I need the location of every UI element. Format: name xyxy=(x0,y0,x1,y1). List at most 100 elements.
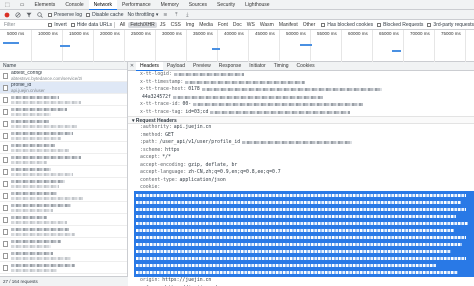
name-column-header[interactable]: Name xyxy=(0,62,127,70)
request-row[interactable] xyxy=(0,226,127,238)
throttling-select[interactable]: No throttling ▾ xyxy=(127,12,158,18)
preserve-log-checkbox[interactable]: Preserve log xyxy=(48,12,82,18)
redacted-text xyxy=(11,100,81,104)
type-fetch-xhr[interactable]: Fetch/XHR xyxy=(128,21,157,28)
timeline-tick-label: 70000 ms xyxy=(410,31,430,36)
timeline-tick-label: 5000 ms xyxy=(7,31,25,36)
request-row[interactable] xyxy=(0,142,127,154)
request-row[interactable] xyxy=(0,166,127,178)
tab-sources[interactable]: Sources xyxy=(184,0,212,10)
header-key: x-tt-trace-id: xyxy=(140,102,181,108)
tab-timing[interactable]: Timing xyxy=(270,62,293,71)
request-row[interactable] xyxy=(0,250,127,262)
redacted-text xyxy=(11,160,47,164)
type-all[interactable]: All xyxy=(118,22,128,28)
cookie-line xyxy=(136,192,472,199)
header-key: x-tt-trace-host: xyxy=(140,87,187,93)
tab-performance[interactable]: Performance xyxy=(117,0,156,10)
redacted-text xyxy=(11,179,65,183)
tab-network[interactable]: Network xyxy=(88,0,118,10)
request-row[interactable] xyxy=(0,190,127,202)
header-line: :authority: api.juejin.cn xyxy=(128,124,474,132)
file-icon xyxy=(3,204,8,211)
request-headers-section[interactable]: ▾ Request Headers xyxy=(128,116,474,124)
redacted-text xyxy=(11,136,61,140)
import-icon[interactable]: ⤒ xyxy=(172,11,180,19)
file-icon xyxy=(3,84,8,91)
tab-initiator[interactable]: Initiator xyxy=(245,62,269,71)
clear-icon[interactable] xyxy=(14,11,22,19)
tab-response[interactable]: Response xyxy=(215,62,246,71)
timeline-tick-label: 25000 ms xyxy=(131,31,151,36)
type-img[interactable]: Img xyxy=(184,22,196,28)
type-manifest[interactable]: Manifest xyxy=(277,22,300,28)
type-font[interactable]: Font xyxy=(216,22,230,28)
request-row[interactable] xyxy=(0,154,127,166)
header-key: :method: xyxy=(140,132,164,138)
redacted-text xyxy=(11,239,61,243)
request-row[interactable] xyxy=(0,94,127,106)
tab-memory[interactable]: Memory xyxy=(156,0,184,10)
type-media[interactable]: Media xyxy=(197,22,215,28)
type-css[interactable]: CSS xyxy=(169,22,183,28)
search-icon[interactable] xyxy=(36,11,44,19)
type-ws[interactable]: WS xyxy=(245,22,257,28)
tab-lighthouse[interactable]: Lighthouse xyxy=(240,0,274,10)
wifi-icon[interactable]: ≋ xyxy=(161,11,169,19)
invert-checkbox[interactable]: Invert xyxy=(48,22,67,28)
blocked-cookies-checkbox[interactable]: Has blocked cookies xyxy=(321,22,373,28)
type-js[interactable]: JS xyxy=(158,22,168,28)
request-row[interactable] xyxy=(0,214,127,226)
request-row-selected[interactable]: profile_id api.juejin.cn/user xyxy=(0,82,127,94)
overview-timeline[interactable]: 5000 ms 10000 ms 15000 ms 20000 ms 25000 ms 3… xyxy=(0,30,474,62)
tab-cookies[interactable]: Cookies xyxy=(293,62,319,71)
tab-elements[interactable]: Elements xyxy=(29,0,60,10)
request-row[interactable]: abtest_config/abtestsvc.bytedance.com/se… xyxy=(0,70,127,82)
tab-preview[interactable]: Preview xyxy=(189,62,215,71)
tab-console[interactable]: Console xyxy=(60,0,88,10)
request-row[interactable] xyxy=(0,178,127,190)
request-row[interactable] xyxy=(0,106,127,118)
cookie-value-selected[interactable] xyxy=(134,191,474,277)
record-icon[interactable] xyxy=(3,11,11,19)
request-row[interactable] xyxy=(0,238,127,250)
type-doc[interactable]: Doc xyxy=(231,22,244,28)
redacted-text xyxy=(11,251,53,255)
third-party-checkbox[interactable]: 3rd-party requests xyxy=(427,22,474,28)
filter-bar: Filter Invert Hide data URLs All Fetch/X… xyxy=(0,20,474,30)
divider xyxy=(114,21,115,28)
checkbox-icon xyxy=(321,22,326,27)
cookie-line xyxy=(136,220,472,227)
tab-headers[interactable]: Headers xyxy=(136,62,163,71)
type-other[interactable]: Other xyxy=(301,22,318,28)
request-row[interactable] xyxy=(0,118,127,130)
header-value: gzip, deflate, br xyxy=(188,162,238,168)
tab-security[interactable]: Security xyxy=(212,0,240,10)
file-icon xyxy=(3,96,8,103)
filter-input[interactable]: Filter xyxy=(4,22,44,28)
header-key: x-tt-timestamp: xyxy=(140,79,184,85)
header-line: x-tt-trace-tag: id=03;cd xyxy=(128,109,474,117)
type-wasm[interactable]: Wasm xyxy=(258,22,276,28)
request-row[interactable] xyxy=(0,262,127,274)
request-list: Name abtest_config/abtestsvc.bytedance.c… xyxy=(0,62,128,286)
response-headers: x-tt-logid: x-tt-timestamp: x-tt-trace-hos… xyxy=(128,71,474,116)
hide-data-urls-checkbox[interactable]: Hide data URLs xyxy=(70,22,112,28)
inspect-icon[interactable]: ⬚ xyxy=(0,0,15,10)
timeline-gridline xyxy=(155,30,156,62)
cookie-header: cookie: xyxy=(140,185,161,190)
blocked-requests-checkbox[interactable]: Blocked Requests xyxy=(377,22,423,28)
timeline-tick-label: 30000 ms xyxy=(162,31,182,36)
disable-cache-checkbox[interactable]: Disable cache xyxy=(86,12,123,18)
request-row[interactable] xyxy=(0,202,127,214)
filter-icon[interactable] xyxy=(25,11,33,19)
header-value: GET xyxy=(165,132,174,138)
export-icon[interactable]: ⤓ xyxy=(183,11,191,19)
redacted-text xyxy=(11,112,51,116)
request-row[interactable] xyxy=(0,130,127,142)
redacted-text xyxy=(11,203,71,207)
close-icon[interactable]: ✕ xyxy=(128,63,136,69)
device-toggle-icon[interactable]: ▭ xyxy=(15,0,30,10)
timeline-gridline xyxy=(403,30,404,62)
tab-payload[interactable]: Payload xyxy=(163,62,189,71)
